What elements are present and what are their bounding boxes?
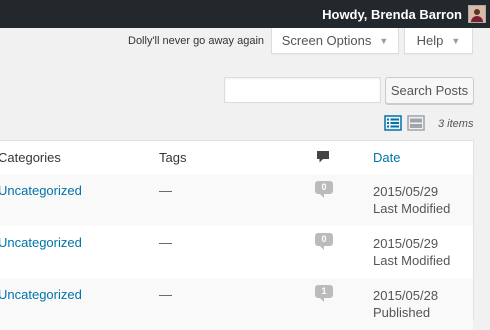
date-cell: 2015/05/29 Last Modified bbox=[373, 235, 450, 269]
admin-bar: Howdy, Brenda Barron bbox=[0, 0, 490, 28]
caret-down-icon: ▼ bbox=[451, 35, 461, 46]
date-value: 2015/05/29 bbox=[373, 236, 439, 251]
my-account-menu[interactable]: Howdy, Brenda Barron bbox=[312, 0, 490, 28]
comment-count-bubble[interactable]: 0 bbox=[315, 181, 333, 198]
table-header: Categories Tags Date bbox=[0, 141, 473, 175]
tags-cell: — bbox=[159, 287, 172, 302]
help-tab[interactable]: Help ▼ bbox=[404, 28, 473, 54]
date-value: 2015/05/28 bbox=[373, 288, 439, 303]
table-row: Uncategorized — 1 2015/05/28 Published bbox=[0, 278, 473, 330]
screen-options-label: Screen Options bbox=[281, 33, 372, 48]
table-row: Uncategorized — 0 2015/05/29 Last Modifi… bbox=[0, 226, 473, 278]
comment-count-bubble[interactable]: 0 bbox=[315, 233, 333, 250]
tags-cell: — bbox=[159, 235, 172, 250]
date-cell: 2015/05/29 Last Modified bbox=[373, 183, 450, 217]
date-status: Last Modified bbox=[373, 253, 451, 268]
posts-table: Categories Tags Date Uncategorized — 0 2… bbox=[0, 140, 474, 330]
caret-down-icon: ▼ bbox=[379, 35, 389, 46]
avatar-head-shape bbox=[474, 9, 480, 15]
user-avatar[interactable] bbox=[468, 5, 486, 23]
search-posts-button[interactable]: Search Posts bbox=[385, 77, 474, 104]
date-status: Published bbox=[373, 305, 431, 320]
date-cell: 2015/05/28 Published bbox=[373, 287, 438, 321]
howdy-greeting[interactable]: Howdy, Brenda Barron bbox=[322, 7, 462, 22]
tags-cell: — bbox=[159, 183, 172, 198]
table-row: Uncategorized — 0 2015/05/29 Last Modifi… bbox=[0, 174, 473, 226]
date-value: 2015/05/29 bbox=[373, 184, 439, 199]
column-header-date[interactable]: Date bbox=[373, 150, 400, 165]
category-link[interactable]: Uncategorized bbox=[0, 235, 82, 250]
column-header-tags: Tags bbox=[159, 150, 187, 165]
list-view-icon[interactable] bbox=[384, 114, 402, 132]
date-status: Last Modified bbox=[373, 201, 451, 216]
items-count: 3 items bbox=[438, 118, 474, 130]
comment-count-bubble[interactable]: 1 bbox=[315, 285, 333, 302]
column-header-categories: Categories bbox=[0, 150, 61, 165]
category-link[interactable]: Uncategorized bbox=[0, 183, 82, 198]
comment-bubble-icon bbox=[316, 150, 330, 164]
screen-options-tab[interactable]: Screen Options ▼ bbox=[271, 28, 399, 54]
help-label: Help bbox=[416, 33, 444, 48]
excerpt-view-icon[interactable] bbox=[407, 114, 425, 132]
avatar-body-shape bbox=[471, 16, 483, 22]
hello-dolly-lyric: Dolly'll never go away again bbox=[128, 35, 265, 47]
search-posts-input[interactable] bbox=[224, 77, 381, 103]
category-link[interactable]: Uncategorized bbox=[0, 287, 82, 302]
